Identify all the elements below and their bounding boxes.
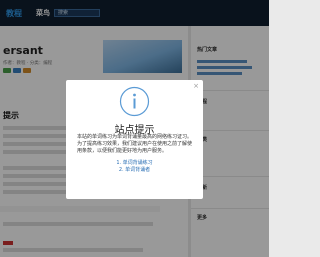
info-icon	[119, 86, 150, 117]
close-icon[interactable]: ×	[193, 82, 199, 91]
modal-body: 本站的单词练习为单词背诵量最高的网络练习证习。为了提高练习效果，我们建议用户在使…	[77, 134, 193, 154]
site-notice-modal: × 站点提示 本站的单词练习为单词背诵量最高的网络练习证习。为了提高练习效果，我…	[66, 80, 203, 199]
modal-link-reciter[interactable]: 2. 单词背诵者	[66, 167, 203, 174]
modal-links: 1. 单词背诵练习 2. 单词背诵者	[66, 160, 203, 174]
modal-link-practice[interactable]: 1. 单词背诵练习	[66, 160, 203, 167]
